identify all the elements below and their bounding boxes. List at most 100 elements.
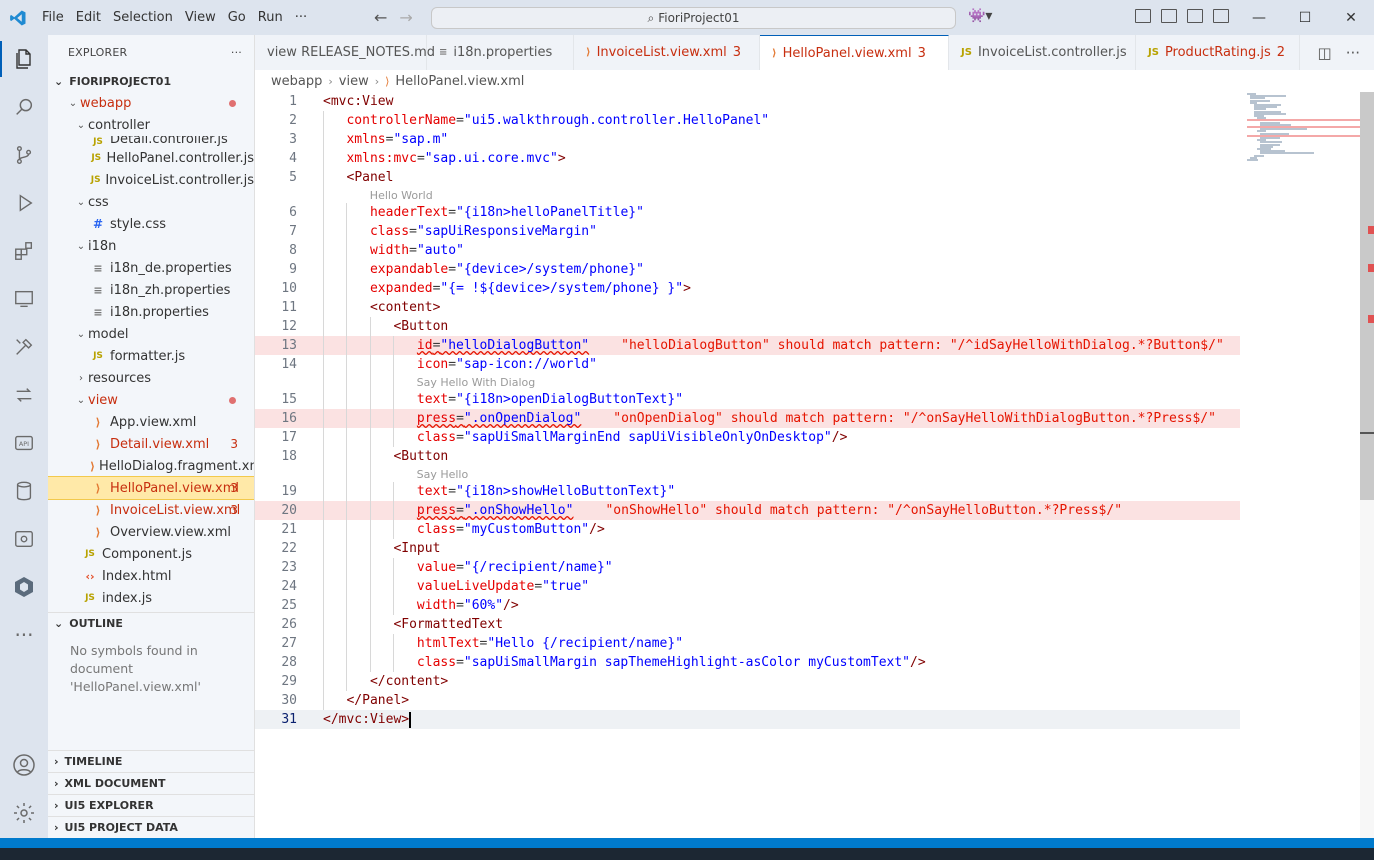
file-item[interactable]: JS HelloPanel.controller.js (48, 147, 254, 169)
close-button[interactable]: ✕ (1328, 0, 1374, 35)
tab-invoicelist-view-xml[interactable]: ⟩ InvoiceList.view.xml 3 (574, 35, 760, 70)
settings-gear-icon[interactable] (0, 789, 48, 837)
file-item[interactable]: ‹› Index.html (48, 565, 254, 587)
code-line[interactable]: 26 <FormattedText (255, 615, 1240, 634)
folder-item[interactable]: ⌄ controller (48, 114, 254, 136)
code-line[interactable]: 25 width="60%"/> (255, 596, 1240, 615)
file-item[interactable]: ⟩ HelloPanel.view.xml 3 (48, 476, 254, 500)
api-icon[interactable]: API (0, 419, 48, 467)
code-line[interactable]: 31 </mvc:View> (255, 710, 1240, 729)
folder-item[interactable]: ⌄ view (48, 389, 254, 411)
file-item[interactable]: JS Component.js (48, 543, 254, 565)
search-icon[interactable] (0, 83, 48, 131)
section-ui5-explorer[interactable]: › UI5 EXPLORER (48, 794, 254, 816)
forward-arrow-icon[interactable]: → (399, 8, 412, 27)
code-line[interactable]: 16 press=".onOpenDialog" "onOpenDialog" s… (255, 409, 1240, 428)
extensions-icon[interactable] (0, 227, 48, 275)
code-line[interactable]: 15 text="{i18n>openDialogButtonText}" (255, 390, 1240, 409)
code-line[interactable]: 4 xmlns:mvc="sap.ui.core.mvc"> (255, 149, 1240, 168)
code-line[interactable]: 17 class="sapUiSmallMarginEnd sapUiVisib… (255, 428, 1240, 447)
tab-i18n-properties[interactable]: ≡ i18n.properties (427, 35, 574, 70)
back-arrow-icon[interactable]: ← (374, 8, 387, 27)
code-line[interactable]: 27 htmlText="Hello {/recipient/name}" (255, 634, 1240, 653)
folder-item[interactable]: › resources (48, 367, 254, 389)
code-line[interactable]: 9 expandable="{device>/system/phone}" (255, 260, 1240, 279)
code-line[interactable]: 22 <Input (255, 539, 1240, 558)
file-item[interactable]: ⟩ Detail.view.xml 3 (48, 433, 254, 455)
outline-section-title[interactable]: ⌄ OUTLINE (48, 612, 254, 634)
code-line[interactable]: 29 </content> (255, 672, 1240, 691)
code-line[interactable]: 18 <Button (255, 447, 1240, 466)
folder-item[interactable]: ⌄ i18n (48, 235, 254, 257)
code-line[interactable]: 14 icon="sap-icon://world" (255, 355, 1240, 374)
breadcrumb-webapp[interactable]: webapp (271, 74, 322, 89)
more-actions-icon[interactable]: ··· (1346, 44, 1360, 62)
code-line[interactable]: 8 width="auto" (255, 241, 1240, 260)
code-line[interactable]: 13 id="helloDialogButton" "helloDialogBut… (255, 336, 1240, 355)
code-line[interactable]: 6 headerText="{i18n>helloPanelTitle}" (255, 203, 1240, 222)
tab-productrating-js[interactable]: JS ProductRating.js 2 (1136, 35, 1300, 70)
code-line[interactable]: 19 text="{i18n>showHelloButtonText}" (255, 482, 1240, 501)
file-item[interactable]: JS index.js (48, 587, 254, 609)
breadcrumb-file[interactable]: HelloPanel.view.xml (395, 74, 524, 89)
file-item[interactable]: ⟩ Overview.view.xml (48, 521, 254, 543)
section-xml-document[interactable]: › XML DOCUMENT (48, 772, 254, 794)
storyboard-icon[interactable] (0, 515, 48, 563)
folder-item[interactable]: ⌄ model (48, 323, 254, 345)
menu-item-view[interactable]: View (179, 0, 222, 35)
tab-view-release-notes-md[interactable]: view RELEASE_NOTES.md (255, 35, 435, 70)
accounts-icon[interactable] (0, 741, 48, 789)
editor-scrollbar[interactable] (1360, 92, 1374, 838)
toggle-secondary-sidebar-icon[interactable] (1213, 9, 1229, 23)
tab-hellopanel-view-xml[interactable]: ⟩ HelloPanel.view.xml 3 (760, 35, 949, 70)
menu-item-file[interactable]: File (36, 0, 70, 35)
file-item[interactable]: ⟩ InvoiceList.view.xml 3 (48, 499, 254, 521)
code-line[interactable]: 10 expanded="{= !${device>/system/phone}… (255, 279, 1240, 298)
code-line[interactable]: 5 <Panel (255, 168, 1240, 187)
code-line[interactable]: 21 class="myCustomButton"/> (255, 520, 1240, 539)
code-line[interactable]: 28 class="sapUiSmallMargin sapThemeHighl… (255, 653, 1240, 672)
copilot-icon[interactable]: 👾▾ (968, 8, 992, 24)
file-item[interactable]: ≡ i18n_zh.properties (48, 279, 254, 301)
project-section-title[interactable]: ⌄ FIORIPROJECT01 (48, 70, 254, 92)
command-center-search[interactable]: ⌕ FioriProject01 (431, 7, 956, 29)
menu-item-more[interactable]: ··· (289, 0, 313, 35)
file-item[interactable]: JS Detail.controller.js (48, 136, 254, 147)
explorer-icon[interactable] (0, 35, 48, 83)
file-item[interactable]: # style.css (48, 213, 254, 235)
code-line[interactable]: 7 class="sapUiResponsiveMargin" (255, 222, 1240, 241)
explorer-more-icon[interactable]: ··· (231, 46, 242, 59)
code-line[interactable]: 23 value="{/recipient/name}" (255, 558, 1240, 577)
code-line[interactable]: 30 </Panel> (255, 691, 1240, 710)
code-line[interactable]: 3 xmlns="sap.m" (255, 130, 1240, 149)
database-icon[interactable] (0, 467, 48, 515)
more-views-icon[interactable]: ··· (0, 611, 48, 659)
code-line[interactable]: 20 press=".onShowHello" "onShowHello" sho… (255, 501, 1240, 520)
file-item[interactable]: JS formatter.js (48, 345, 254, 367)
minimize-button[interactable]: — (1236, 0, 1282, 35)
scrollbar-thumb[interactable] (1360, 92, 1374, 500)
code-line[interactable]: 1 <mvc:View (255, 92, 1240, 111)
minimap[interactable] (1247, 92, 1360, 162)
folder-item[interactable]: ⌄ css (48, 191, 254, 213)
run-debug-icon[interactable] (0, 179, 48, 227)
maximize-button[interactable]: ☐ (1282, 0, 1328, 35)
tab-invoicelist-controller-js[interactable]: JS InvoiceList.controller.js (949, 35, 1136, 70)
menu-item-go[interactable]: Go (222, 0, 252, 35)
code-editor[interactable]: 1 <mvc:View 2 controllerName="ui5.walkthro… (255, 92, 1360, 838)
deploy-icon[interactable] (0, 371, 48, 419)
source-control-icon[interactable] (0, 131, 48, 179)
breadcrumb-view[interactable]: view (339, 74, 369, 89)
file-item[interactable]: ≡ i18n.properties (48, 301, 254, 323)
file-item[interactable]: JS InvoiceList.controller.js (48, 169, 254, 191)
remote-explorer-icon[interactable] (0, 275, 48, 323)
folder-item[interactable]: ⌄ webapp (48, 92, 254, 114)
section-ui5-project-data[interactable]: › UI5 PROJECT DATA (48, 816, 254, 838)
code-line[interactable]: 24 valueLiveUpdate="true" (255, 577, 1240, 596)
code-line[interactable]: 12 <Button (255, 317, 1240, 336)
section-timeline[interactable]: › TIMELINE (48, 750, 254, 772)
toggle-sidebar-icon[interactable] (1161, 9, 1177, 23)
tools-icon[interactable] (0, 323, 48, 371)
menu-item-edit[interactable]: Edit (70, 0, 107, 35)
file-item[interactable]: ⟩ App.view.xml (48, 411, 254, 433)
